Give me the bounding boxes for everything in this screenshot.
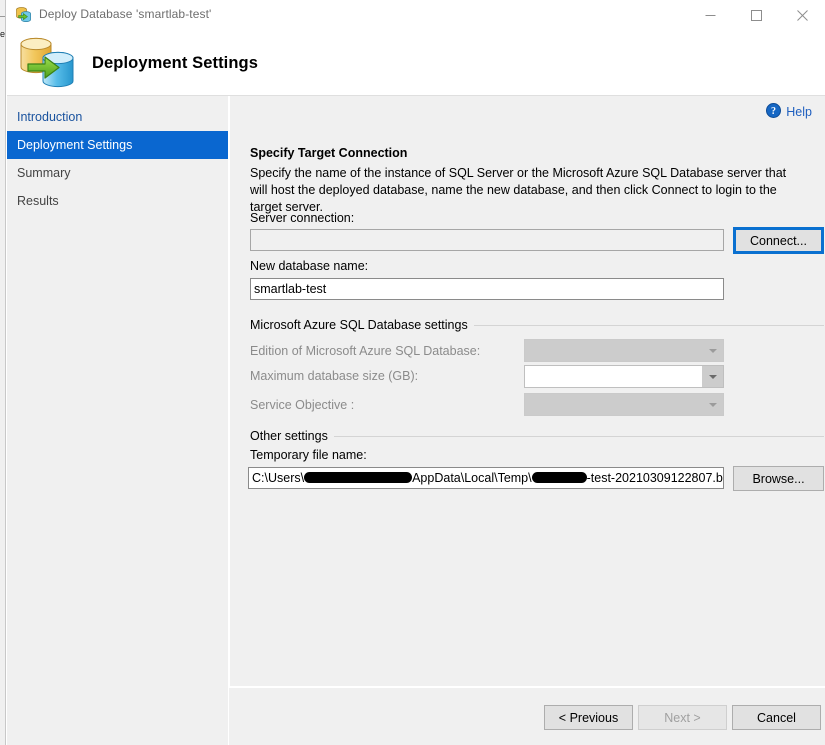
close-icon[interactable] [779, 0, 825, 30]
new-database-name-label: New database name: [250, 259, 368, 273]
azure-group-title: Microsoft Azure SQL Database settings [250, 318, 474, 332]
other-settings-group-title: Other settings [250, 429, 334, 443]
chevron-down-icon [709, 349, 717, 353]
chevron-down-icon [709, 403, 717, 407]
sidebar-item-results[interactable]: Results [7, 187, 228, 215]
help-label: Help [786, 105, 812, 119]
temp-path-prefix: C:\Users\ [252, 471, 304, 485]
server-connection-label: Server connection: [250, 211, 354, 225]
section-title: Specify Target Connection [250, 146, 407, 160]
deploy-database-icon [15, 6, 32, 23]
window-body: Introduction Deployment Settings Summary… [7, 96, 825, 745]
cancel-button[interactable]: Cancel [732, 705, 821, 730]
next-button: Next > [638, 705, 727, 730]
temporary-file-name-input[interactable]: C:\Users\ AppData\Local\Temp\ -test-202103… [248, 467, 724, 489]
new-database-name-input[interactable] [250, 278, 724, 300]
deploy-database-window: Deploy Database 'smartlab-test' [7, 0, 825, 745]
temporary-file-name-label: Temporary file name: [250, 448, 367, 462]
section-description: Specify the name of the instance of SQL … [250, 165, 806, 216]
temp-path-middle: AppData\Local\Temp\ [412, 471, 532, 485]
server-connection-input[interactable] [250, 229, 724, 251]
background-window-sliver[interactable]: e [0, 0, 6, 745]
azure-edition-combo[interactable] [524, 339, 724, 362]
title-bar[interactable]: Deploy Database 'smartlab-test' [7, 0, 825, 30]
other-settings-group-rule [322, 436, 824, 437]
temp-path-suffix: -test-20210309122807.bac [587, 471, 724, 485]
background-window-divider [0, 16, 5, 17]
page-title: Deployment Settings [92, 54, 258, 73]
database-migration-icon [18, 34, 80, 90]
window-title: Deploy Database 'smartlab-test' [39, 7, 211, 21]
azure-max-size-combo[interactable] [524, 365, 724, 388]
help-circle-icon: ? [766, 103, 781, 121]
wizard-footer: < Previous Next > Cancel [229, 687, 825, 745]
sidebar-item-summary[interactable]: Summary [7, 159, 228, 187]
previous-button[interactable]: < Previous [544, 705, 633, 730]
connect-button[interactable]: Connect... [733, 227, 824, 254]
azure-group-rule [440, 325, 824, 326]
background-window-glyph: e [0, 29, 5, 39]
maximize-icon[interactable] [733, 0, 779, 30]
azure-edition-label: Edition of Microsoft Azure SQL Database: [250, 344, 480, 358]
service-objective-label: Service Objective : [250, 398, 354, 412]
content-outer: ? Help Specify Target Connection Specify… [229, 96, 825, 745]
svg-text:?: ? [771, 106, 776, 117]
wizard-sidebar: Introduction Deployment Settings Summary… [7, 96, 228, 745]
deployment-settings-panel: ? Help Specify Target Connection Specify… [230, 96, 825, 686]
minimize-icon[interactable] [687, 0, 733, 30]
sidebar-item-introduction[interactable]: Introduction [7, 103, 228, 131]
browse-button[interactable]: Browse... [733, 466, 824, 491]
help-link[interactable]: ? Help [766, 103, 812, 121]
redaction-bar-username [304, 472, 412, 483]
sidebar-item-label: Deployment Settings [17, 138, 132, 152]
sidebar-item-label: Results [17, 194, 59, 208]
redaction-bar-dbname [532, 472, 587, 483]
azure-max-size-label: Maximum database size (GB): [250, 369, 418, 383]
sidebar-item-label: Summary [17, 166, 70, 180]
sidebar-item-label: Introduction [17, 110, 82, 124]
page-header: Deployment Settings [7, 30, 825, 96]
service-objective-combo[interactable] [524, 393, 724, 416]
chevron-down-icon [709, 375, 717, 379]
sidebar-item-deployment-settings[interactable]: Deployment Settings [7, 131, 228, 159]
